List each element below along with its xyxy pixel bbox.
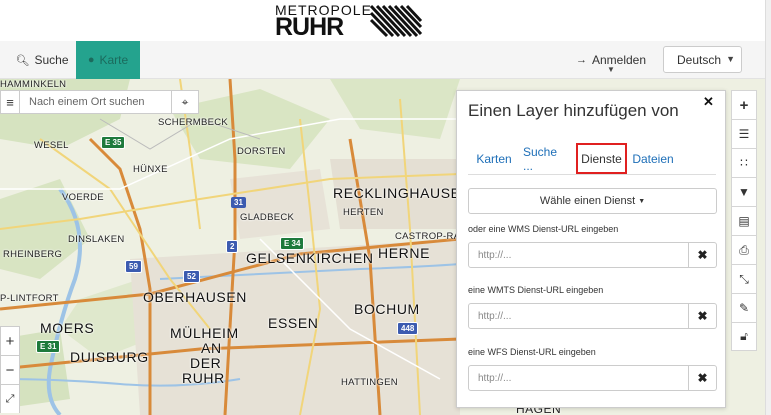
road-shield: 59 bbox=[125, 260, 142, 273]
place-label: HATTINGEN bbox=[341, 377, 398, 388]
place-label: OBERHAUSEN bbox=[143, 289, 248, 305]
map-search-bar: ≡ Nach einem Ort suchen ⌖ bbox=[0, 90, 199, 114]
place-label: GLADBECK bbox=[240, 212, 295, 223]
karte-nav-label: Karte bbox=[99, 53, 129, 67]
zoom-out-button[interactable]: − bbox=[0, 355, 20, 384]
place-label: MOERS bbox=[40, 320, 95, 336]
layers-icon[interactable]: ☰ bbox=[731, 119, 757, 148]
filter-icon[interactable]: ▼ bbox=[731, 177, 757, 206]
place-label: MÜLHEIM bbox=[170, 325, 239, 341]
wms-label: oder eine WMS Dienst-URL eingeben bbox=[468, 224, 619, 234]
place-label: DUISBURG bbox=[70, 349, 149, 365]
tab-dienste[interactable]: Dienste bbox=[576, 143, 627, 174]
search-icon: 🔍︎ bbox=[15, 54, 30, 67]
road-shield: 31 bbox=[231, 197, 246, 208]
zoom-controls: + − ⤢ bbox=[0, 326, 20, 413]
globe-icon: ● bbox=[87, 54, 95, 66]
panel-title: Einen Layer hinzufügen von bbox=[468, 101, 679, 120]
place-label: RHEINBERG bbox=[3, 249, 63, 260]
add-layer-panel: Einen Layer hinzufügen von ✕ Karten Such… bbox=[456, 90, 726, 408]
place-label: RECKLINGHAUSEN bbox=[333, 185, 472, 201]
wfs-url-input[interactable]: http://... bbox=[468, 365, 689, 391]
locate-icon[interactable]: ⌖ bbox=[172, 90, 199, 114]
login-icon: → bbox=[575, 54, 587, 66]
place-label: HAMMINKELN bbox=[0, 79, 67, 90]
place-label: GELSENKIRCHEN bbox=[246, 250, 374, 266]
place-label: ESSEN bbox=[268, 315, 319, 331]
road-shield: 448 bbox=[397, 322, 419, 335]
search-nav-button[interactable]: 🔍︎ Suche bbox=[12, 41, 72, 79]
close-icon[interactable]: ✕ bbox=[703, 94, 714, 110]
place-search-input[interactable]: Nach einem Ort suchen bbox=[20, 90, 172, 114]
karte-nav-button[interactable]: ● Karte bbox=[76, 41, 140, 79]
login-label: Anmelden bbox=[591, 53, 647, 67]
place-label: HERNE bbox=[378, 245, 431, 261]
language-value: Deutsch bbox=[677, 52, 722, 67]
place-label: DER bbox=[190, 355, 222, 371]
wmts-url-row: http://... ✖ bbox=[468, 303, 717, 329]
wms-url-row: http://... ✖ bbox=[468, 242, 717, 268]
logo-bottom-text: RUHR bbox=[275, 13, 344, 41]
search-nav-label: Suche bbox=[34, 53, 69, 67]
place-label: DORSTEN bbox=[237, 146, 286, 157]
tab-karten[interactable]: Karten bbox=[476, 143, 512, 175]
choose-service-button[interactable]: Wähle einen Dienst ▼ bbox=[468, 188, 717, 214]
wms-url-input[interactable]: http://... bbox=[468, 242, 689, 268]
wfs-label: eine WFS Dienst-URL eingeben bbox=[468, 347, 596, 357]
lock-icon[interactable]: 🔓︎ bbox=[731, 322, 757, 351]
plus-icon[interactable]: + bbox=[731, 90, 757, 119]
road-shield: E 35 bbox=[101, 136, 126, 149]
top-navbar: 🔍︎ Suche ● Karte → Anmelden ▼ Deutsch ▼ bbox=[0, 41, 771, 79]
place-label: HÜNXE bbox=[133, 164, 168, 175]
print-icon[interactable]: ⎙ bbox=[731, 235, 757, 264]
road-shield: 52 bbox=[183, 270, 200, 283]
place-label: BOCHUM bbox=[354, 301, 420, 317]
wmts-url-input[interactable]: http://... bbox=[468, 303, 689, 329]
menu-icon[interactable]: ≡ bbox=[0, 90, 20, 114]
chevron-down-icon: ▼ bbox=[607, 65, 615, 74]
right-toolbar: + ☰ ∷ ▼ ▤ ⎙ ⤡ ✎ 🔓︎ bbox=[731, 90, 757, 351]
place-label: P-LINTFORT bbox=[0, 293, 59, 304]
panel-tabs: Karten Suche ... Dienste Dateien bbox=[468, 143, 716, 175]
road-shield: E 34 bbox=[280, 237, 305, 250]
place-label: DINSLAKEN bbox=[68, 234, 125, 245]
place-label: RUHR bbox=[182, 370, 225, 386]
chevron-down-icon: ▼ bbox=[726, 54, 735, 64]
list-icon[interactable]: ∷ bbox=[731, 148, 757, 177]
login-button[interactable]: → Anmelden ▼ bbox=[575, 41, 647, 79]
fullscreen-icon[interactable]: ⤢ bbox=[0, 384, 20, 413]
place-label: SCHERMBECK bbox=[158, 117, 229, 128]
road-shield: 2 bbox=[226, 240, 239, 253]
page-scrollbar[interactable] bbox=[765, 0, 771, 415]
close-icon[interactable]: ✖ bbox=[689, 303, 717, 329]
metropole-ruhr-logo: METROPOLE RUHR bbox=[275, 2, 425, 41]
place-label: VOERDE bbox=[62, 192, 104, 203]
close-icon[interactable]: ✖ bbox=[689, 365, 717, 391]
pencil-icon[interactable]: ✎ bbox=[731, 293, 757, 322]
chevron-down-icon: ▼ bbox=[638, 197, 646, 205]
choose-service-label: Wähle einen Dienst bbox=[539, 195, 636, 207]
zoom-in-button[interactable]: + bbox=[0, 326, 20, 355]
tab-dateien[interactable]: Dateien bbox=[632, 143, 674, 175]
app-root: METROPOLE RUHR 🔍︎ Suche ● Karte → Anmeld… bbox=[0, 0, 771, 415]
wfs-url-row: http://... ✖ bbox=[468, 365, 717, 391]
close-icon[interactable]: ✖ bbox=[689, 242, 717, 268]
tab-suche[interactable]: Suche ... bbox=[523, 143, 569, 175]
logo-mark-icon bbox=[369, 4, 423, 38]
place-label: HERTEN bbox=[343, 207, 384, 218]
map-icon[interactable]: ▤ bbox=[731, 206, 757, 235]
expand-icon[interactable]: ⤡ bbox=[731, 264, 757, 293]
wmts-label: eine WMTS Dienst-URL eingeben bbox=[468, 285, 604, 295]
place-label: WESEL bbox=[34, 140, 69, 151]
place-label: CASTROP-RA bbox=[395, 231, 461, 242]
language-select[interactable]: Deutsch ▼ bbox=[663, 46, 742, 73]
place-label: AN bbox=[201, 340, 222, 356]
road-shield: E 31 bbox=[36, 340, 61, 353]
